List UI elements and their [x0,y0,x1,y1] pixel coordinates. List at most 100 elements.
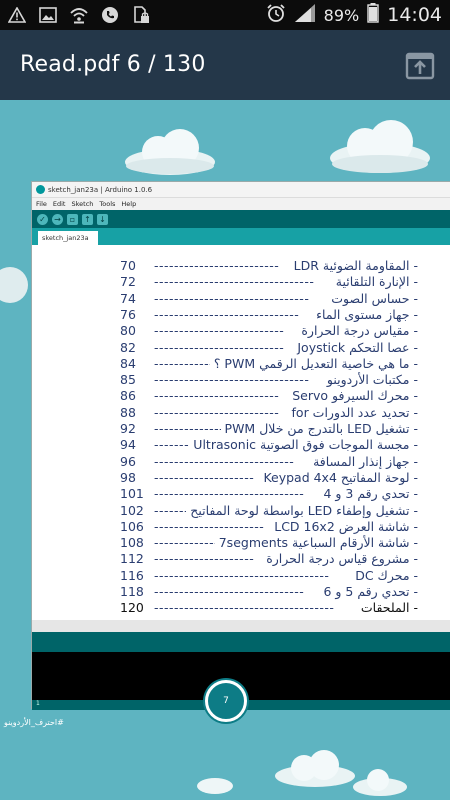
toc-entry: 92 -------------- - تشغيل LED بالتدرج من خ… [32,421,450,437]
toc-title: - مشروع قياس درجة الحرارة [266,551,418,567]
toc-page-number: 106 [120,518,144,534]
toc-entry: 101 ------------------------------ - تحدي … [32,486,450,502]
toc-entry: 108 ------------- - شاشة الأرقام السباعية … [32,535,450,551]
toc-title: - الملحقات [360,600,418,616]
toc-title: - تحدي رقم 5 و 6 [323,584,418,599]
toc-page-number: 98 [120,469,136,485]
toc-title: - شاشة العرض LCD 16x2 [274,518,418,534]
toc-page-number: 80 [120,323,136,339]
ide-divider [32,620,450,632]
ide-titlebar: sketch_jan23a | Arduino 1.0.6 [32,182,450,198]
new-icon: ▫ [67,213,78,225]
cloud-decoration [353,769,407,796]
toc-entry: 120 ------------------------------------ -… [32,600,450,616]
toc-title: - تحديد عدد الدورات for [291,404,418,420]
status-right: 89% 14:04 [266,0,442,30]
ide-tabstrip: sketch_jan23a [32,228,450,245]
toc-page-number: 88 [120,404,136,420]
hashtag-text: #احترف_الأردوينو [4,718,64,727]
toc-title: - عصا التحكم Joystick [297,339,418,355]
table-of-contents: 70 ------------------------- - المقاومة ال… [32,246,450,620]
toc-entry: 85 ------------------------------- - مكتبا… [32,372,450,388]
menu-help: Help [121,200,137,208]
toc-title: - محرك السيرفو Servo [292,388,418,404]
toc-leader: -------------------------- [154,339,285,355]
pdf-page[interactable]: sketch_jan23a | Arduino 1.0.6 File Edit … [0,100,450,800]
toc-page-number: 94 [120,437,136,453]
open-in-app-icon[interactable] [404,50,436,82]
status-bar: 89% 14:04 [0,0,450,30]
toc-entry: 74 ------------------------------- - حساس … [32,291,450,307]
notification-icons [6,4,152,26]
toc-entry: 86 ------------------------- - محرك السيرف… [32,388,450,404]
toc-entry: 82 -------------------------- - عصا التحكم… [32,340,450,356]
ide-toolbar: ✓ → ▫ ↑ ↓ [32,210,450,228]
ide-window-title: sketch_jan23a | Arduino 1.0.6 [48,185,153,194]
arduino-ide-window: sketch_jan23a | Arduino 1.0.6 File Edit … [31,181,450,710]
toc-title: - مجسة الموجات فوق الصوتية Ultrasonic [193,437,418,453]
cloud-decoration [275,750,355,787]
toc-leader: -------- [154,502,186,518]
clock: 14:04 [387,4,442,26]
toc-title: - تحدي رقم 3 و 4 [323,486,418,502]
cloud-decoration [197,778,233,794]
battery-icon [367,3,379,27]
toc-page-number: 70 [120,258,136,273]
sketch-tab: sketch_jan23a [38,231,98,245]
verify-icon: ✓ [37,213,48,225]
toc-title: - ما هي خاصية التعديل الرقمي PWM ؟ [213,355,418,371]
open-icon: ↑ [82,213,93,225]
toc-title: - مقياس درجة الحرارة [301,323,418,339]
toc-leader: ------------------------- [154,258,280,273]
toc-title: - شاشة الأرقام السباعية 7segments [218,535,418,551]
phone-icon [99,4,121,26]
toc-leader: ------------ [154,355,210,371]
toc-page-number: 96 [120,453,136,469]
ide-menubar: File Edit Sketch Tools Help [32,198,450,210]
battery-percent: 89% [323,5,360,25]
toc-entry: 80 -------------------------- - مقياس درجة… [32,323,450,339]
toc-leader: ------------------------------ [154,584,305,599]
toc-leader: ---------------------------- [154,453,295,469]
toc-page-number: 72 [120,274,136,290]
toc-leader: ---------------------- [154,518,265,534]
toc-entry: 98 -------------------- - لوحة المفاتيح Ke… [32,470,450,486]
toc-entry: 118 ------------------------------ - تحدي … [32,584,450,600]
document-title: Read.pdf 6 / 130 [20,52,206,77]
toc-page-number: 102 [120,502,144,518]
toc-entry: 76 ----------------------------- - جهاز مس… [32,307,450,323]
toc-page-number: 85 [120,372,136,388]
toc-page-number: 120 [120,600,144,616]
toc-leader: -------------------------------- [154,274,315,290]
toc-entry: 96 ---------------------------- - جهاز إنذ… [32,454,450,470]
toc-page-number: 101 [120,486,144,502]
toc-page-number: 92 [120,421,136,436]
toc-page-number: 82 [120,339,136,355]
toc-entry: 94 --------- مجسة الموجات فوق الصوتية Ult… [32,437,450,453]
cloud-decoration [125,129,215,175]
toc-entry: 88 ------------------------- - تحديد عدد ا… [32,405,450,421]
toc-page-number: 86 [120,388,136,404]
menu-file: File [36,200,47,208]
toc-page-number: 116 [120,567,144,583]
wifi-call-icon [68,4,90,26]
toc-leader: ------------------------------------ [154,600,335,616]
toc-entry: 84 ------------ - ما هي خاصية التعديل الرق… [32,356,450,372]
toc-leader: -------- [154,437,189,453]
sim-lock-icon [130,4,152,26]
toc-leader: -------------- [154,421,221,436]
toc-title: - محرك DC [355,567,418,583]
upload-icon: → [52,213,63,225]
toc-leader: ----------------------------------- [154,567,330,583]
toc-entry: 72 -------------------------------- - الإن… [32,274,450,290]
signal-icon [294,3,316,27]
toc-page-number: 112 [120,551,144,567]
save-icon: ↓ [97,213,108,225]
toc-entry: 112 -------------------- - مشروع قياس درجة… [32,551,450,567]
page-number-badge: 7 [205,680,247,722]
toc-page-number: 76 [120,306,136,322]
toc-title: - مكتبات الأردوينو [326,372,418,388]
app-bar: Read.pdf 6 / 130 [0,30,450,100]
image-icon [37,4,59,26]
toc-page-number: 108 [120,535,144,551]
